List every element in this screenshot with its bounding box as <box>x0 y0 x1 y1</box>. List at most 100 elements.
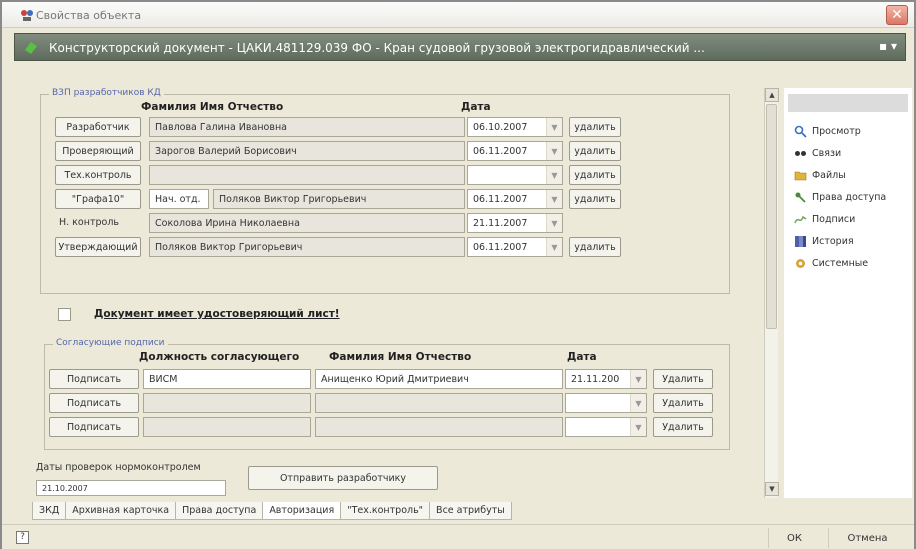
role-button-developer[interactable]: Разработчик <box>55 117 141 137</box>
approval-date-combo[interactable]: ▼ <box>565 417 647 437</box>
sign-button[interactable]: Подписать <box>49 417 139 437</box>
tech-control-date-combo[interactable]: ▼ <box>467 165 563 185</box>
grafa10-date-combo[interactable]: 06.11.2007 ▼ <box>467 189 563 209</box>
chevron-down-icon[interactable]: ▼ <box>630 418 646 436</box>
properties-window: Свойства объекта ✕ Конструкторский докум… <box>0 0 916 549</box>
norm-control-dates-label: Даты проверок нормоконтролем <box>36 462 201 473</box>
side-item-system-label: Системные <box>812 257 869 269</box>
chevron-down-icon[interactable]: ▼ <box>546 142 562 160</box>
app-icon <box>21 10 33 21</box>
tech-control-name-field[interactable] <box>149 165 465 185</box>
side-item-access-rights[interactable]: Права доступа <box>794 188 886 206</box>
scroll-thumb[interactable] <box>766 104 777 329</box>
window-title: Свойства объекта <box>36 9 142 22</box>
vertical-scrollbar[interactable]: ▲ ▼ <box>764 88 779 498</box>
norm-control-dates-field[interactable]: 21.10.2007 <box>36 480 226 496</box>
role-button-grafa10[interactable]: "Графа10" <box>55 189 141 209</box>
approver-fullname-field[interactable] <box>315 417 563 437</box>
developer-date-combo[interactable]: 06.10.2007 ▼ <box>467 117 563 137</box>
tab-strip: ЗКД Архивная карточка Права доступа Авто… <box>32 502 512 520</box>
side-item-system[interactable]: Системные <box>794 254 868 272</box>
document-icon <box>25 42 37 54</box>
side-item-files-label: Файлы <box>812 169 846 181</box>
approver-date-value: 06.11.2007 <box>473 241 528 253</box>
checker-date-combo[interactable]: 06.11.2007 ▼ <box>467 141 563 161</box>
delete-checker-button[interactable]: удалить <box>569 141 621 161</box>
delete-grafa10-button[interactable]: удалить <box>569 189 621 209</box>
grafa10-position-field[interactable]: Нач. отд. <box>149 189 209 209</box>
chevron-down-icon[interactable]: ▼ <box>546 118 562 136</box>
chevron-down-icon[interactable]: ▼ <box>546 166 562 184</box>
developer-name-field[interactable]: Павлова Галина Ивановна <box>149 117 465 137</box>
side-item-links[interactable]: Связи <box>794 144 841 162</box>
sign-button[interactable]: Подписать <box>49 393 139 413</box>
approver-position-field[interactable]: ВИСМ <box>143 369 311 389</box>
developers-date-header: Дата <box>461 101 491 113</box>
sign-button[interactable]: Подписать <box>49 369 139 389</box>
approval-date-combo[interactable]: ▼ <box>565 393 647 413</box>
scroll-up-icon[interactable]: ▲ <box>765 88 779 102</box>
chevron-down-icon[interactable]: ▼ <box>630 394 646 412</box>
norm-control-date-value: 21.11.2007 <box>473 217 528 229</box>
side-item-view[interactable]: Просмотр <box>794 122 861 140</box>
role-button-tech-control[interactable]: Тех.контроль <box>55 165 141 185</box>
delete-approval-button[interactable]: Удалить <box>653 417 713 437</box>
approvals-date-header: Дата <box>567 351 597 363</box>
chevron-down-icon[interactable]: ▼ <box>630 370 646 388</box>
approval-date-combo[interactable]: 21.11.200 ▼ <box>565 369 647 389</box>
side-item-signatures[interactable]: Подписи <box>794 210 855 228</box>
approvals-name-header: Фамилия Имя Отчество <box>329 351 472 363</box>
approver-name-field[interactable]: Поляков Виктор Григорьевич <box>149 237 465 257</box>
close-icon: ✕ <box>891 7 903 23</box>
side-item-files[interactable]: Файлы <box>794 166 846 184</box>
grafa10-date-value: 06.11.2007 <box>473 193 528 205</box>
approver-fullname-field[interactable] <box>315 393 563 413</box>
delete-developer-button[interactable]: удалить <box>569 117 621 137</box>
object-menu-button[interactable]: ▪ ▾ <box>879 39 897 53</box>
side-actions-panel: Просмотр Связи Файлы Права доступа Подпи… <box>784 88 912 498</box>
grafa10-name-field[interactable]: Поляков Виктор Григорьевич <box>213 189 465 209</box>
approver-position-field[interactable] <box>143 393 311 413</box>
approvals-position-header: Должность согласующего <box>139 351 300 363</box>
tab-authorization[interactable]: Авторизация <box>262 502 342 520</box>
norm-control-name-field[interactable]: Соколова Ирина Николаевна <box>149 213 465 233</box>
cancel-button[interactable]: Отмена <box>828 528 906 548</box>
status-bar: ? ОК Отмена <box>2 524 914 549</box>
side-item-history[interactable]: История <box>794 232 854 250</box>
chevron-down-icon[interactable]: ▼ <box>546 190 562 208</box>
magnifier-icon <box>794 125 807 138</box>
delete-tech-control-button[interactable]: удалить <box>569 165 621 185</box>
role-button-checker[interactable]: Проверяющий <box>55 141 141 161</box>
norm-control-label: Н. контроль <box>59 217 119 228</box>
help-icon[interactable]: ? <box>16 531 29 544</box>
approvals-group: Согласующие подписи Должность согласующе… <box>44 338 730 450</box>
send-to-developer-button[interactable]: Отправить разработчику <box>248 466 438 490</box>
norm-control-date-combo[interactable]: 21.11.2007 ▼ <box>467 213 563 233</box>
delete-approval-button[interactable]: Удалить <box>653 393 713 413</box>
certificate-checkbox[interactable] <box>58 308 71 321</box>
ok-button[interactable]: ОК <box>768 528 820 548</box>
side-item-access-rights-label: Права доступа <box>812 191 887 203</box>
delete-approval-button[interactable]: Удалить <box>653 369 713 389</box>
role-button-approver[interactable]: Утверждающий <box>55 237 141 257</box>
delete-approver-button[interactable]: удалить <box>569 237 621 257</box>
checker-name-field[interactable]: Зарогов Валерий Борисович <box>149 141 465 161</box>
approver-fullname-field[interactable]: Анищенко Юрий Дмитриевич <box>315 369 563 389</box>
gear-icon <box>796 258 805 268</box>
close-button[interactable]: ✕ <box>886 5 908 25</box>
chevron-down-icon[interactable]: ▼ <box>546 214 562 232</box>
tab-zkd[interactable]: ЗКД <box>32 502 67 520</box>
developers-name-header: Фамилия Имя Отчество <box>141 101 284 113</box>
tab-all-attributes[interactable]: Все атрибуты <box>429 502 512 520</box>
developer-date-value: 06.10.2007 <box>473 121 528 133</box>
tab-access-rights[interactable]: Права доступа <box>175 502 264 520</box>
approver-date-combo[interactable]: 06.11.2007 ▼ <box>467 237 563 257</box>
approver-position-field[interactable] <box>143 417 311 437</box>
side-item-signatures-label: Подписи <box>812 213 856 225</box>
chevron-down-icon[interactable]: ▼ <box>546 238 562 256</box>
tab-tech-control[interactable]: "Тех.контроль" <box>340 502 431 520</box>
tab-archive-card[interactable]: Архивная карточка <box>65 502 177 520</box>
scroll-down-icon[interactable]: ▼ <box>765 482 779 496</box>
side-item-history-label: История <box>812 235 854 247</box>
developers-group-label: ВЗП разработчиков КД <box>49 88 164 98</box>
